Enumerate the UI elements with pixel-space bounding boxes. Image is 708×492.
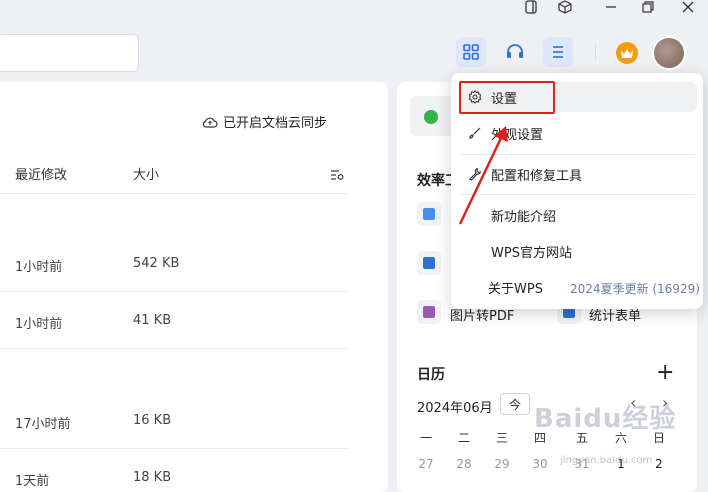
watermark-logo: Baidu经验 xyxy=(534,404,677,434)
column-header-modified[interactable]: 最近修改 xyxy=(15,164,67,183)
calendar-title: 日历 xyxy=(417,367,445,383)
calendar-month[interactable]: 2024年06月 xyxy=(417,397,493,416)
row-separator xyxy=(0,448,348,449)
calendar-day[interactable]: 29 xyxy=(492,457,512,471)
cloud-sync-status[interactable]: 已开启文档云同步 xyxy=(202,112,327,131)
column-settings-icon[interactable] xyxy=(330,166,344,185)
cloud-sync-label: 已开启文档云同步 xyxy=(223,116,328,131)
weekday-label: 二 xyxy=(457,431,470,445)
watermark-url: jingyan.baidu.com xyxy=(560,455,653,466)
weekday-label: 一 xyxy=(419,431,432,445)
row-size: 18 KB xyxy=(133,470,172,485)
image-to-pdf-icon[interactable] xyxy=(417,300,441,324)
cube-icon[interactable] xyxy=(555,0,575,14)
row-size: 16 KB xyxy=(133,413,172,428)
cloud-icon xyxy=(202,117,218,128)
headset-icon[interactable] xyxy=(500,37,530,67)
calendar-day[interactable]: 28 xyxy=(454,457,474,471)
add-event-button[interactable]: + xyxy=(656,360,674,385)
toolbar-divider xyxy=(595,43,596,61)
highlight-box xyxy=(459,81,555,114)
annotation-arrow xyxy=(458,126,508,225)
weekday-label: 三 xyxy=(495,431,508,445)
calendar-day[interactable]: 30 xyxy=(530,457,550,471)
row-modified: 1小时前 xyxy=(15,317,63,332)
menu-icon[interactable] xyxy=(543,37,573,67)
wechat-icon xyxy=(424,110,438,124)
row-separator xyxy=(0,291,348,292)
restore-icon[interactable] xyxy=(638,0,658,14)
calendar-day[interactable]: 27 xyxy=(416,457,436,471)
close-icon[interactable] xyxy=(678,0,698,14)
today-button[interactable]: 今 xyxy=(500,393,530,415)
row-size: 41 KB xyxy=(133,313,172,328)
avatar[interactable] xyxy=(652,36,686,70)
row-modified: 17小时前 xyxy=(15,417,71,432)
minimize-icon[interactable] xyxy=(601,0,621,14)
tool-icon[interactable] xyxy=(417,202,441,226)
tool-icon[interactable] xyxy=(417,251,441,275)
column-header-size[interactable]: 大小 xyxy=(133,164,159,183)
grid-icon[interactable] xyxy=(456,37,486,67)
search-input[interactable] xyxy=(0,34,139,72)
header-separator xyxy=(0,193,348,194)
crown-icon[interactable] xyxy=(616,42,638,64)
menu-item-website[interactable]: WPS官方网站 xyxy=(459,236,697,266)
window-icon[interactable] xyxy=(521,0,541,14)
version-label: 2024夏季更新 (16929) xyxy=(570,282,700,296)
row-modified: 1小时前 xyxy=(15,260,63,275)
row-size: 542 KB xyxy=(133,256,180,271)
row-separator xyxy=(0,348,348,349)
